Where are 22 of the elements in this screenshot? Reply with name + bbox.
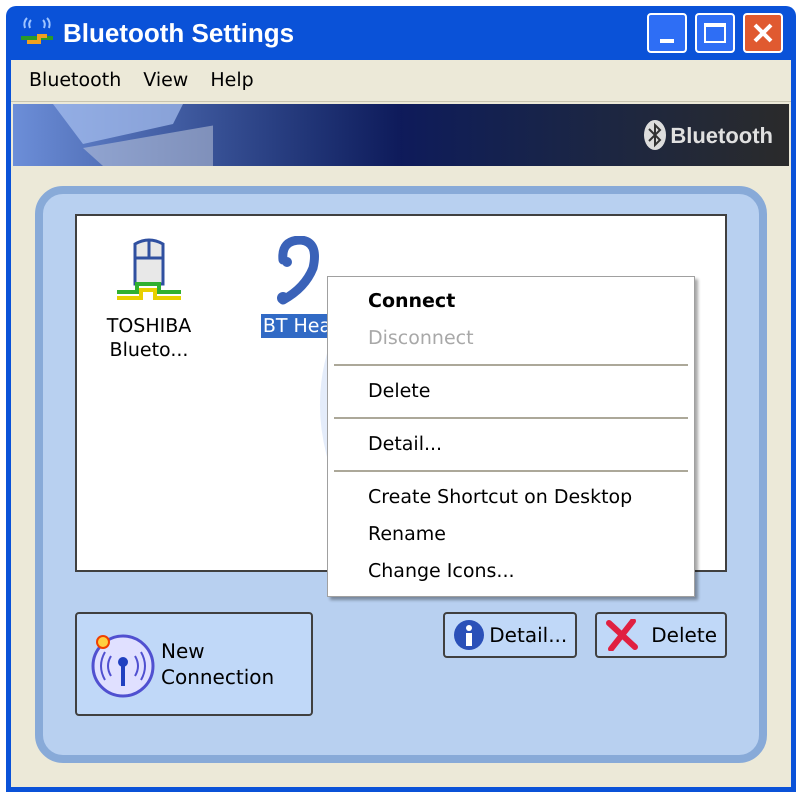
close-button[interactable]	[743, 13, 783, 53]
device-label[interactable]: TOSHIBA Blueto...	[99, 314, 199, 362]
context-menu-item[interactable]: Delete	[332, 373, 690, 410]
menu-item[interactable]: Help	[210, 66, 254, 95]
info-icon	[453, 619, 486, 651]
maximize-button[interactable]	[695, 13, 735, 53]
new-connection-button[interactable]: New Connection	[75, 612, 313, 716]
context-menu-item[interactable]: Connect	[332, 283, 690, 320]
bluetooth-brand: Bluetooth	[670, 122, 773, 150]
window-title: Bluetooth Settings	[63, 16, 296, 50]
menu-item[interactable]: Bluetooth	[29, 66, 122, 95]
delete-x-icon	[605, 619, 640, 651]
context-menu-item[interactable]: Change Icons...	[332, 553, 690, 590]
close-icon	[752, 22, 774, 44]
context-menu-item[interactable]: Detail...	[332, 426, 690, 463]
menu-item[interactable]: View	[143, 66, 188, 95]
minimize-button[interactable]	[647, 13, 687, 53]
detail-button[interactable]: Detail...	[443, 612, 578, 658]
context-menu-item[interactable]: Create Shortcut on Desktop	[332, 479, 690, 516]
context-menu-item[interactable]: Rename	[332, 516, 690, 553]
delete-button[interactable]: Delete	[595, 612, 727, 658]
bluetooth-logo-icon	[644, 120, 666, 150]
